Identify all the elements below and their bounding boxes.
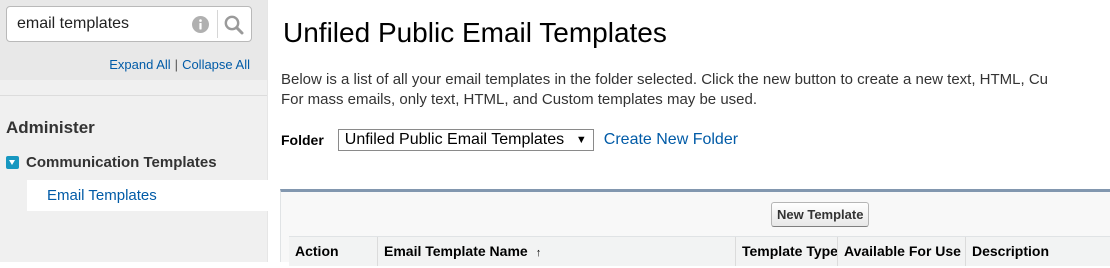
setup-sidebar: Expand All |Collapse All Administer Commu…: [0, 0, 268, 262]
column-header-label: Email Template Name: [384, 243, 528, 259]
tree-node-communication-templates[interactable]: Communication Templates: [6, 153, 217, 171]
folder-row: Folder Unfiled Public Email Templates ▼ …: [281, 129, 738, 151]
folder-label: Folder: [281, 132, 324, 148]
folder-select[interactable]: Unfiled Public Email Templates ▼: [337, 129, 594, 151]
section-title-administer: Administer: [6, 118, 95, 137]
description-line-1: Below is a list of all your email templa…: [281, 71, 1049, 88]
search-icon[interactable]: [222, 13, 246, 37]
expand-collapse-row: Expand All | Collapse All: [0, 57, 250, 72]
collapse-all-link[interactable]: Collapse All: [182, 57, 250, 72]
link-separator: |: [174, 57, 179, 72]
sidebar-lower-area: [0, 211, 267, 262]
sidebar-divider: [0, 95, 267, 96]
search-divider: [217, 10, 218, 38]
expand-all-link[interactable]: Expand All: [109, 57, 170, 72]
quick-find-box: [6, 6, 252, 42]
folder-select-value: Unfiled Public Email Templates: [344, 131, 565, 148]
info-icon[interactable]: [192, 16, 209, 33]
templates-list-panel: New Template Action Email Template Name ↑…: [280, 189, 1110, 266]
tree-item-email-templates[interactable]: Email Templates: [27, 180, 268, 211]
quick-find-area: Expand All |Collapse All: [0, 0, 267, 80]
dropdown-arrow-icon: ▼: [575, 134, 587, 146]
new-template-button[interactable]: New Template: [771, 202, 870, 227]
page-description: Below is a list of all your email templa…: [281, 70, 1048, 110]
description-line-2: For mass emails, only text, HTML, and Cu…: [281, 91, 758, 108]
sort-asc-icon: ↑: [535, 247, 542, 259]
quick-find-input[interactable]: [17, 14, 182, 34]
collapse-toggle-icon[interactable]: [6, 155, 19, 169]
page-title: Unfiled Public Email Templates: [283, 17, 667, 48]
tree-node-label: Communication Templates: [26, 153, 217, 171]
main-content: Unfiled Public Email Templates Below is …: [268, 0, 1110, 266]
create-new-folder-link[interactable]: Create New Folder: [604, 131, 738, 149]
